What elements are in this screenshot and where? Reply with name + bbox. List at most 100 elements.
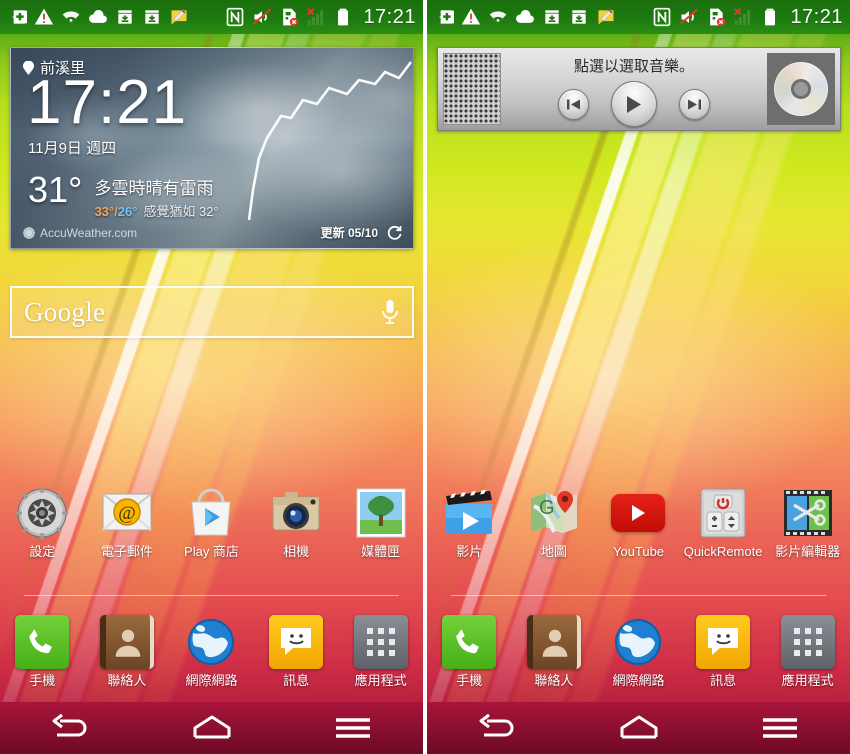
status-bar[interactable]: 17:21 — [427, 0, 850, 34]
dialer-icon[interactable] — [442, 615, 497, 669]
dock-item[interactable]: 手機 — [0, 615, 85, 700]
dialer-icon[interactable] — [15, 615, 70, 669]
music-controls — [558, 81, 710, 127]
weather-footer: AccuWeather.com 更新 05/10 — [23, 224, 403, 241]
email-icon[interactable]: @ — [100, 486, 154, 540]
dock-divider — [451, 595, 826, 596]
back-icon[interactable] — [48, 713, 94, 743]
weather-temp-row: 31° 多雲時晴有雷雨 33°/26° 感覺猶如 32° — [28, 168, 401, 220]
sim-error-icon — [283, 8, 299, 27]
settings-gear-icon[interactable] — [15, 486, 69, 540]
warning-triangle-icon — [461, 8, 481, 25]
dock-item[interactable]: 訊息 — [681, 615, 766, 700]
dock-item[interactable]: 應用程式 — [765, 615, 850, 700]
home-button[interactable] — [141, 713, 282, 743]
play-button[interactable] — [611, 81, 657, 127]
weather-updated-label: 更新 05/10 — [320, 226, 378, 240]
app-label: 影片編輯器 — [775, 544, 841, 559]
messaging-icon[interactable] — [696, 615, 751, 669]
contacts-icon[interactable] — [99, 615, 154, 669]
menu-icon[interactable] — [760, 715, 800, 741]
weather-widget[interactable]: 前溪里 17:21 11月9日 週四 31° 多雲時晴有雷雨 33°/26° 感覺… — [10, 47, 414, 249]
menu-icon[interactable] — [333, 715, 373, 741]
video-editor-icon[interactable] — [781, 486, 835, 540]
dock-label: 手機 — [29, 673, 56, 688]
next-track-button[interactable] — [679, 88, 710, 120]
browser-globe-icon[interactable] — [184, 615, 238, 669]
app-label: 地圖 — [540, 544, 567, 559]
menu-button[interactable] — [282, 715, 423, 741]
app-item[interactable]: YouTube — [596, 486, 681, 578]
weather-temperature: 31° — [28, 168, 83, 210]
app-item[interactable]: QuickRemote — [681, 486, 766, 578]
app-item[interactable]: Play 商店 — [169, 486, 254, 578]
medical-cross-icon — [439, 10, 454, 24]
status-icons-right: 17:21 — [652, 6, 843, 29]
dock-item[interactable]: 應用程式 — [338, 615, 423, 700]
menu-button[interactable] — [709, 715, 850, 741]
app-item[interactable]: G 地圖 — [512, 486, 597, 578]
back-button[interactable] — [427, 713, 568, 743]
app-label: QuickRemote — [683, 544, 763, 559]
dual-screenshot-comparison: 17:21 前溪里 17:21 11月9日 週四 31° 多雲時晴有雷雨 33°… — [0, 0, 850, 754]
status-bar[interactable]: 17:21 — [0, 0, 423, 34]
app-drawer-icon[interactable] — [353, 615, 408, 669]
album-art[interactable] — [767, 53, 835, 125]
browser-globe-icon[interactable] — [611, 615, 665, 669]
weather-update-group[interactable]: 更新 05/10 — [321, 224, 403, 241]
play-store-icon[interactable] — [184, 486, 238, 540]
download-box-icon — [572, 10, 586, 24]
phone-screen-left: 17:21 前溪里 17:21 11月9日 週四 31° 多雲時晴有雷雨 33°… — [0, 0, 423, 754]
album-disc-icon — [774, 62, 828, 116]
download-box-icon — [545, 10, 559, 24]
app-item[interactable]: @ 電子郵件 — [85, 486, 170, 578]
nfc-icon — [654, 7, 671, 27]
dock-label: 手機 — [456, 673, 483, 688]
weather-high: 33° — [94, 203, 115, 219]
mute-icon — [680, 8, 699, 25]
quickremote-icon[interactable] — [696, 486, 750, 540]
app-drawer-icon[interactable] — [780, 615, 835, 669]
weather-condition: 多雲時晴有雷雨 — [94, 178, 214, 198]
contacts-icon[interactable] — [526, 615, 581, 669]
dock-right: 手機 聯絡人 網際網路 訊息 應用程式 — [427, 615, 850, 700]
app-item[interactable]: 相機 — [254, 486, 339, 578]
weather-provider: AccuWeather.com — [40, 225, 138, 240]
dock-item[interactable]: 訊息 — [254, 615, 339, 700]
cloud-upload-icon — [89, 9, 107, 23]
back-icon[interactable] — [475, 713, 521, 743]
dock-item[interactable]: 手機 — [427, 615, 512, 700]
back-button[interactable] — [0, 713, 141, 743]
dock-label: 聯絡人 — [107, 673, 147, 688]
home-button[interactable] — [568, 713, 709, 743]
app-item[interactable]: 設定 — [0, 486, 85, 578]
previous-track-icon — [567, 99, 580, 109]
app-item[interactable]: 媒體匣 — [338, 486, 423, 578]
app-item[interactable]: 影片 — [427, 486, 512, 578]
dock-item[interactable]: 網際網路 — [596, 615, 681, 700]
google-search-bar[interactable]: Google — [10, 286, 414, 338]
music-title[interactable]: 點選以選取音樂。 — [574, 55, 694, 76]
accuweather-logo-icon — [23, 226, 35, 239]
youtube-icon[interactable] — [611, 486, 666, 540]
music-widget[interactable]: 點選以選取音樂。 — [437, 47, 841, 131]
maps-icon[interactable]: G — [527, 486, 581, 540]
svg-text:@: @ — [118, 503, 136, 524]
messaging-icon[interactable] — [269, 615, 324, 669]
home-icon[interactable] — [616, 713, 662, 743]
dock-item[interactable]: 網際網路 — [169, 615, 254, 700]
mute-icon — [253, 8, 272, 25]
status-clock: 17:21 — [790, 5, 843, 28]
dock-item[interactable]: 聯絡人 — [85, 615, 170, 700]
dock-item[interactable]: 聯絡人 — [512, 615, 597, 700]
gallery-icon[interactable] — [354, 486, 408, 540]
weather-content: 前溪里 17:21 11月9日 週四 31° 多雲時晴有雷雨 33°/26° 感覺… — [11, 48, 413, 248]
microphone-icon[interactable] — [380, 298, 400, 326]
app-item[interactable]: 影片編輯器 — [765, 486, 850, 578]
speaker-grille — [443, 53, 501, 125]
camera-icon[interactable] — [269, 486, 323, 540]
refresh-icon[interactable] — [386, 224, 403, 241]
home-icon[interactable] — [189, 713, 235, 743]
previous-track-button[interactable] — [558, 88, 589, 120]
videos-icon[interactable] — [442, 486, 496, 540]
